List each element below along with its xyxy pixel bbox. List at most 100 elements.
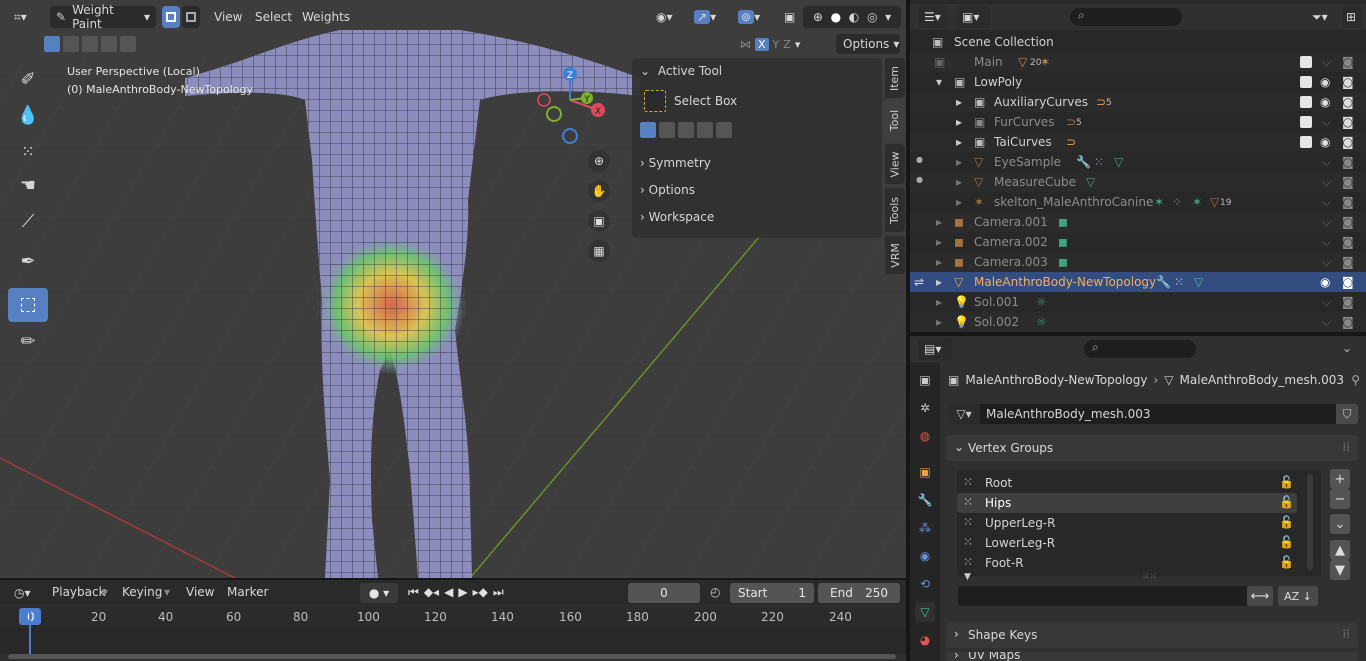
expand-right-icon[interactable]: ▸ xyxy=(936,315,942,329)
filter-dropdown[interactable]: ⏷▾ xyxy=(1306,6,1340,28)
active-tool-header[interactable]: ⌄ Active Tool xyxy=(640,64,722,78)
select-invert-icon[interactable] xyxy=(101,36,117,52)
tab-world[interactable]: ◍ xyxy=(915,426,935,446)
outliner-search-input[interactable]: ⌕ xyxy=(1070,8,1182,26)
eye-icon[interactable]: ◉ xyxy=(1320,135,1330,149)
tab-modifiers[interactable]: 🔧 xyxy=(915,490,935,510)
mode-intersect-icon[interactable] xyxy=(716,122,732,138)
select-box-icon[interactable] xyxy=(644,90,666,112)
select-new-icon[interactable] xyxy=(44,36,60,52)
menu-marker[interactable]: Marker xyxy=(227,585,268,599)
tab-particles[interactable]: ⁂ xyxy=(915,518,935,538)
mode-dropdown[interactable]: ✎ Weight Paint ▾ xyxy=(50,3,156,31)
camera-render-icon[interactable]: ◙ xyxy=(1342,95,1354,109)
tab-mesh-data[interactable]: ▽ xyxy=(915,602,935,622)
overlays-dropdown[interactable]: ⊚ ▾ xyxy=(732,6,772,28)
menu-playback[interactable]: Playback xyxy=(52,585,106,599)
outliner-row[interactable]: ▸ ◼ Camera.001 ◼ ⌵ ◙ xyxy=(910,212,1366,232)
outliner-row[interactable]: ▾ ▣ LowPoly ◉ ◙ xyxy=(910,72,1366,92)
tab-object[interactable]: ▣ xyxy=(915,462,935,482)
select-box-tool[interactable] xyxy=(8,288,48,322)
vertex-groups-panel-header[interactable]: ⌄ Vertex Groups ⁞⁞ xyxy=(946,435,1358,461)
hide-icon[interactable]: ⌵ xyxy=(1322,235,1331,250)
xray-toggle[interactable]: ▣ xyxy=(778,6,798,28)
menu-keying[interactable]: Keying xyxy=(122,585,162,599)
hide-icon[interactable]: ⌵ xyxy=(1322,315,1331,330)
stopwatch-icon[interactable]: ◴ xyxy=(710,585,720,599)
frame-ruler[interactable]: 0 20 40 60 80 100 120 140 160 180 200 22… xyxy=(0,606,906,628)
hide-icon[interactable]: ⌵ xyxy=(1322,255,1331,270)
uv-maps-panel-header[interactable]: › UV Maps xyxy=(946,652,1358,661)
annotate-tool[interactable]: ✏ xyxy=(8,324,48,358)
move-down-button[interactable]: ▼ xyxy=(1330,560,1350,580)
hide-icon[interactable]: ⌵ xyxy=(1322,55,1331,70)
expand-right-icon[interactable]: ▸ xyxy=(956,135,962,149)
mode-subtract-icon[interactable] xyxy=(678,122,694,138)
average-tool[interactable]: ⁙ xyxy=(8,134,48,168)
camera-render-icon[interactable]: ◙ xyxy=(1342,315,1354,329)
expand-down-icon[interactable]: ▾ xyxy=(936,75,942,89)
select-extend-icon[interactable] xyxy=(63,36,79,52)
camera-render-icon[interactable]: ◙ xyxy=(1342,295,1354,309)
mesh-browse-button[interactable]: ▽▾ xyxy=(948,404,980,424)
exclude-checkbox[interactable] xyxy=(1300,116,1312,128)
gradient-tool[interactable]: ⟋ xyxy=(8,204,48,238)
outliner-row[interactable]: ▸ ▣ FurCurves ⊃ 5 ⌵ ◙ xyxy=(910,112,1366,132)
expand-right-icon[interactable]: ▸ xyxy=(936,275,942,289)
jump-end-icon[interactable]: ⏭ xyxy=(493,585,504,600)
menu-view[interactable]: View xyxy=(214,10,242,24)
new-collection-button[interactable]: ⊞ xyxy=(1342,6,1362,28)
filter-exclude-toggle[interactable]: ⟷ xyxy=(1247,586,1273,606)
select-subtract-icon[interactable] xyxy=(82,36,98,52)
camera-render-icon[interactable]: ◙ xyxy=(1342,255,1354,269)
timeline-editor-type[interactable]: ◷▾ xyxy=(8,582,38,604)
expand-right-icon[interactable]: ▸ xyxy=(956,155,962,169)
fake-user-button[interactable]: ⛉ xyxy=(1336,404,1358,424)
mirror-x-toggle[interactable]: X xyxy=(755,37,769,51)
outliner-row[interactable]: ▸ ✶ skelton_MaleAnthroCanine ✶ ⁘ ✶ ▽ 19 … xyxy=(910,192,1366,212)
ortho-toggle-button[interactable]: ▦ xyxy=(588,240,610,262)
options-dropdown[interactable]: Options ▾ xyxy=(836,34,900,54)
chevron-down-icon[interactable]: ▾ xyxy=(885,10,891,24)
symmetry-section[interactable]: › Symmetry xyxy=(640,156,711,170)
editor-type-button[interactable]: ⌗▾ xyxy=(8,6,42,28)
record-button[interactable]: ● ▾ xyxy=(360,583,398,603)
eye-icon[interactable]: ◉ xyxy=(1320,275,1330,289)
sample-weight-tool[interactable]: ✒ xyxy=(8,244,48,278)
list-filter-toggle-icon[interactable]: ▼ xyxy=(964,572,971,582)
expand-right-icon[interactable]: ▸ xyxy=(956,115,962,129)
visibility-dropdown[interactable]: ◉▾ xyxy=(650,6,684,28)
play-icon[interactable]: ▶ xyxy=(458,585,467,600)
jump-start-icon[interactable]: ⏮ xyxy=(408,585,419,600)
mirror-y-toggle[interactable]: Y xyxy=(773,38,780,51)
properties-search-input[interactable]: ⌕ xyxy=(1084,340,1196,358)
list-item[interactable]: ⁙ Foot-R 🔓 xyxy=(957,553,1297,573)
list-item[interactable]: ⁙ Root 🔓 xyxy=(957,473,1297,493)
select-intersect-icon[interactable] xyxy=(120,36,136,52)
mode-extend-icon[interactable] xyxy=(659,122,675,138)
tab-physics[interactable]: ◉ xyxy=(915,546,935,566)
timeline-scrollbar[interactable] xyxy=(8,654,896,659)
shading-buttons[interactable]: ⊕ ● ◐ ◎ ▾ xyxy=(803,6,901,28)
exclude-checkbox[interactable] xyxy=(1300,96,1312,108)
hide-icon[interactable]: ⌵ xyxy=(1322,295,1331,310)
outliner-row[interactable]: ▸ ◼ Camera.003 ◼ ⌵ ◙ xyxy=(910,252,1366,272)
current-frame-field[interactable]: 0 xyxy=(628,583,700,603)
expand-right-icon[interactable]: ▸ xyxy=(936,295,942,309)
outliner-row[interactable]: ▸ 💡 Sol.001 ☼ ⌵ ◙ xyxy=(910,292,1366,312)
lock-icon[interactable]: 🔓 xyxy=(1279,515,1294,529)
camera-render-icon[interactable]: ◙ xyxy=(1342,55,1354,69)
exclude-checkbox[interactable] xyxy=(1300,56,1312,68)
shape-keys-panel-header[interactable]: › Shape Keys ⁞⁞ xyxy=(946,622,1358,648)
move-up-button[interactable]: ▲ xyxy=(1330,540,1350,560)
lock-icon[interactable]: 🔓 xyxy=(1279,475,1294,489)
camera-render-icon[interactable]: ◙ xyxy=(1342,135,1354,149)
hide-icon[interactable]: ⌵ xyxy=(1322,195,1331,210)
end-frame-field[interactable]: End 250 xyxy=(818,583,900,603)
outliner-row[interactable]: ▣ Main ▽ 20 ✶ ⌵ ◙ xyxy=(910,52,1366,72)
workspace-section[interactable]: › Workspace xyxy=(640,210,714,224)
properties-editor-type[interactable]: ▤▾ xyxy=(918,338,952,360)
vertex-group-specials-button[interactable]: ⌄ xyxy=(1330,514,1350,534)
chevron-down-icon[interactable]: ▾ xyxy=(795,38,801,51)
tab-tool-settings[interactable]: ▣ xyxy=(915,370,935,390)
